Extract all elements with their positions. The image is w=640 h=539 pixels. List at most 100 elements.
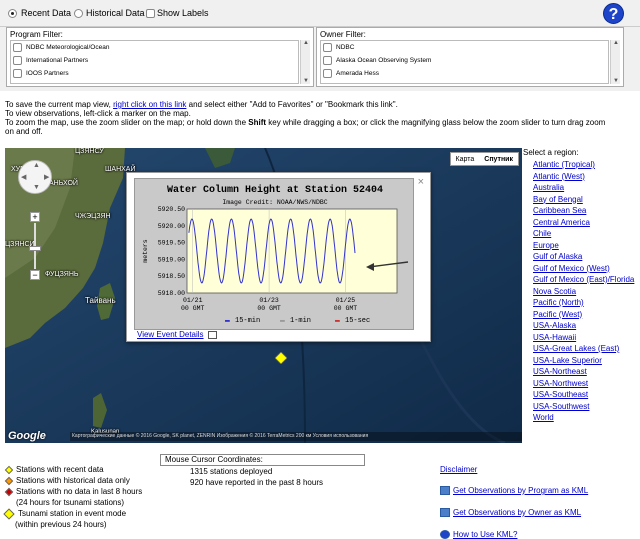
region-link[interactable]: Pacific (West) — [533, 310, 582, 319]
legend-tsunami-note: (within previous 24 hours) — [15, 520, 107, 529]
stations-deployed: 1315 stations deployed — [190, 467, 273, 476]
region-link[interactable]: USA-Alaska — [533, 321, 576, 330]
x-tick-label: 00 GMT — [334, 305, 358, 312]
scroll-up-icon[interactable]: ▲ — [303, 40, 309, 46]
chart-frame: Water Column Height at Station 52404 Ima… — [134, 178, 414, 330]
region-link[interactable]: Bay of Bengal — [533, 195, 583, 204]
region-link[interactable]: Caribbean Sea — [533, 206, 586, 215]
disclaimer-link[interactable]: Disclaimer — [440, 465, 477, 474]
region-link[interactable]: Europe — [533, 241, 559, 250]
zoom-out-button[interactable]: − — [30, 270, 40, 280]
bookmark-link[interactable]: right click on this link — [113, 100, 186, 109]
program-filter-scrollbar[interactable]: ▲ ▼ — [300, 40, 310, 84]
program-filter-item[interactable]: International Partners — [11, 54, 298, 67]
owner-filter-list[interactable]: NDBC Alaska Ocean Observing System Amera… — [320, 40, 609, 84]
program-filter-item[interactable]: IOOS Partners — [11, 67, 298, 80]
show-labels-label[interactable]: Show Labels — [157, 8, 209, 18]
instructions: To save the current map view, right clic… — [5, 100, 615, 136]
show-labels-checkbox[interactable] — [146, 9, 155, 18]
y-axis-label: meters — [142, 239, 149, 263]
x-tick-label: 00 GMT — [257, 305, 281, 312]
y-tick-label: 5919.00 — [158, 256, 185, 263]
station-popup: × Water Column Height at Station 52404 I… — [126, 172, 431, 342]
recent-data-label[interactable]: Recent Data — [21, 8, 71, 18]
pan-left-icon[interactable]: ◀ — [21, 173, 26, 181]
checkbox[interactable] — [13, 69, 22, 78]
region-link[interactable]: Australia — [533, 183, 564, 192]
google-logo: Google — [8, 430, 46, 442]
program-filter-list[interactable]: NDBC Meteorological/Ocean International … — [10, 40, 299, 84]
region-link[interactable]: Pacific (North) — [533, 298, 584, 307]
recent-data-radio[interactable] — [8, 9, 17, 18]
map-label: ФУЦЗЯНЬ — [45, 271, 79, 278]
zoom-slider[interactable]: + − — [29, 212, 41, 280]
x-tick-label: 01/21 — [183, 297, 203, 304]
checkbox[interactable] — [323, 43, 332, 52]
help-icon — [440, 530, 450, 539]
legend-label: 15-sec — [345, 317, 370, 325]
region-link[interactable]: Atlantic (Tropical) — [533, 160, 595, 169]
view-event-details-link[interactable]: View Event Details — [137, 330, 217, 339]
external-window-icon[interactable] — [207, 330, 217, 339]
region-link[interactable]: USA-Hawaii — [533, 333, 576, 342]
legend-label: 1-min — [290, 317, 311, 325]
historical-data-label[interactable]: Historical Data — [86, 8, 145, 18]
pan-down-icon[interactable]: ▼ — [33, 184, 40, 191]
owner-filter-item[interactable]: Amerada Hess — [321, 67, 608, 80]
region-link[interactable]: USA-Southeast — [533, 390, 588, 399]
checkbox[interactable] — [13, 43, 22, 52]
y-tick-label: 5918.00 — [158, 290, 185, 297]
checkbox[interactable] — [323, 69, 332, 78]
region-link[interactable]: USA-Great Lakes (East) — [533, 344, 619, 353]
tsunami-station-marker[interactable] — [275, 352, 287, 364]
scroll-down-icon[interactable]: ▼ — [613, 78, 619, 84]
pan-right-icon[interactable]: ▶ — [44, 173, 49, 181]
region-link[interactable]: World — [533, 413, 554, 422]
owner-filter-item[interactable]: NDBC — [321, 41, 608, 54]
map-label: ЦЗЯНСУ — [75, 148, 104, 155]
zoom-in-button[interactable]: + — [30, 212, 40, 222]
owner-filter-item[interactable]: Alaska Ocean Observing System — [321, 54, 608, 67]
map-type-toggle[interactable]: Карта Спутник — [449, 152, 519, 166]
map-label: Тайвань — [85, 296, 116, 305]
region-link[interactable]: Atlantic (West) — [533, 172, 585, 181]
region-link[interactable]: USA-Northwest — [533, 379, 588, 388]
region-link[interactable]: Gulf of Alaska — [533, 252, 582, 261]
y-tick-label: 5918.50 — [158, 273, 185, 280]
map-type-satellite-button[interactable]: Спутник — [479, 153, 518, 165]
owner-filter-scrollbar[interactable]: ▲ ▼ — [610, 40, 620, 84]
top-bar: Recent Data Historical Data Show Labels — [0, 0, 640, 27]
scroll-down-icon[interactable]: ▼ — [303, 78, 309, 84]
close-icon[interactable]: × — [418, 176, 424, 188]
scroll-up-icon[interactable]: ▲ — [613, 40, 619, 46]
x-ticks: 01/2100 GMT01/2300 GMT01/2500 GMT — [181, 297, 357, 312]
legend-marker: ▬ — [335, 316, 340, 325]
map-type-map-button[interactable]: Карта — [450, 153, 480, 165]
zoom-handle[interactable] — [29, 246, 41, 251]
pan-control[interactable]: ▲ ▼ ◀ ▶ — [18, 160, 52, 194]
region-link[interactable]: Gulf of Mexico (West) — [533, 264, 610, 273]
checkbox[interactable] — [13, 56, 22, 65]
historical-data-radio[interactable] — [74, 9, 83, 18]
map-label: АНЬХОЙ — [49, 180, 78, 187]
checkbox[interactable] — [323, 56, 332, 65]
kml-icon — [440, 486, 450, 495]
region-link[interactable]: USA-Lake Superior — [533, 356, 602, 365]
y-tick-label: 5920.00 — [158, 223, 185, 230]
legend-marker: ▬ — [280, 316, 285, 325]
program-filter: Program Filter: NDBC Meteorological/Ocea… — [6, 27, 314, 87]
region-link[interactable]: USA-Southwest — [533, 402, 589, 411]
station-stats: 1315 stations deployed 920 have reported… — [190, 466, 323, 488]
y-tick-label: 5920.50 — [158, 206, 185, 213]
kml-icon — [440, 508, 450, 517]
map-attribution: Картографические данные © 2016 Google, S… — [70, 432, 522, 441]
chart-legend: ▬ 15-min ▬ 1-min ▬ 15-sec — [225, 316, 370, 325]
help-icon[interactable]: ? — [603, 3, 624, 24]
region-link[interactable]: USA-Northeast — [533, 367, 587, 376]
pan-up-icon[interactable]: ▲ — [33, 162, 40, 169]
region-link[interactable]: Nova Scotia — [533, 287, 576, 296]
region-link[interactable]: Central America — [533, 218, 590, 227]
region-link[interactable]: Chile — [533, 229, 551, 238]
program-filter-item[interactable]: NDBC Meteorological/Ocean — [11, 41, 298, 54]
region-link[interactable]: Gulf of Mexico (East)/Florida — [533, 275, 634, 284]
